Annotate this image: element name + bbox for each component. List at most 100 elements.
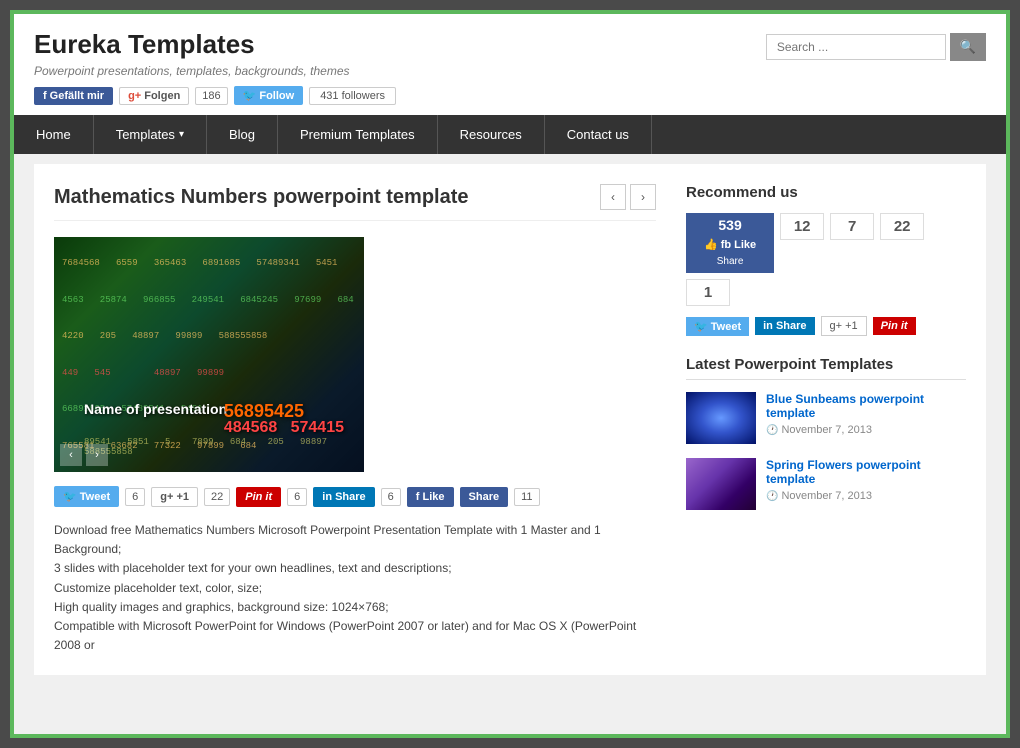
pin-count: 6	[287, 488, 307, 506]
recommend-section: Recommend us 539 👍 fb Like Share 12	[686, 184, 966, 336]
fb-share-big-btn[interactable]: Share	[709, 254, 752, 269]
slide-next-btn[interactable]: ›	[86, 444, 108, 466]
pin-sidebar-count: 1	[704, 284, 712, 301]
outer-border: Eureka Templates Powerpoint presentation…	[10, 10, 1010, 738]
clock-icon-1: 🕐	[766, 425, 778, 436]
latest-title: Latest Powerpoint Templates	[686, 356, 966, 380]
slide-prev-btn[interactable]: ‹	[60, 444, 82, 466]
slide-number-highlight-2: 56895425	[224, 401, 304, 422]
tw-sidebar-count: 12	[794, 218, 811, 235]
site-nav: Home Templates ▾ Blog Premium Templates …	[14, 115, 1006, 154]
search-button[interactable]: 🔍	[950, 33, 986, 61]
template-date-2: 🕐 November 7, 2013	[766, 490, 966, 502]
twitter-follow-btn[interactable]: 🐦 Follow	[234, 86, 304, 105]
like-count: 11	[514, 488, 539, 506]
twitter-count: 431 followers	[309, 87, 396, 105]
tweet-count: 6	[125, 488, 145, 506]
pinterest-btn[interactable]: Pin it	[236, 487, 281, 507]
gplus-count: 186	[195, 87, 227, 105]
template-item-2: Spring Flowers powerpoint template 🕐 Nov…	[686, 458, 966, 510]
facebook-icon: f	[43, 90, 47, 102]
slide-row-4: 449 545 48897 99899	[62, 368, 356, 378]
template-name-2[interactable]: Spring Flowers powerpoint template	[766, 458, 966, 486]
gplus-icon: g+	[128, 90, 141, 102]
main-area: Mathematics Numbers powerpoint template …	[34, 164, 986, 675]
fb-share-btn[interactable]: Share	[460, 487, 509, 507]
gp-sidebar-count: 22	[894, 218, 911, 235]
content-area: Mathematics Numbers powerpoint template …	[54, 184, 656, 655]
template-info-2: Spring Flowers powerpoint template 🕐 Nov…	[766, 458, 966, 502]
gplus-share-count: 22	[204, 488, 230, 506]
template-info-1: Blue Sunbeams powerpoint template 🕐 Nove…	[766, 392, 966, 436]
desc-line-5: Compatible with Microsoft PowerPoint for…	[54, 617, 656, 655]
site-header: Eureka Templates Powerpoint presentation…	[14, 14, 1006, 115]
nav-blog[interactable]: Blog	[207, 115, 278, 154]
prev-arrow-btn[interactable]: ‹	[600, 184, 626, 210]
fb-like-btn[interactable]: f Like	[407, 487, 454, 507]
slide-row-3: 4220 205 48897 99899 588555858	[62, 331, 356, 341]
slide-row-1: 7684568 6559 365463 6891685 57489341 545…	[62, 258, 356, 268]
social-action-row: 🐦 Tweet in Share g+ +1 Pin it	[686, 316, 966, 336]
template-item-1: Blue Sunbeams powerpoint template 🕐 Nove…	[686, 392, 966, 444]
slide-row-bottom: 89541 5851 5 7899 684 205 98897 58855585…	[84, 437, 364, 457]
nav-resources[interactable]: Resources	[438, 115, 545, 154]
article-header: Mathematics Numbers powerpoint template …	[54, 184, 656, 221]
template-thumb-2	[686, 458, 756, 510]
desc-line-4: High quality images and graphics, backgr…	[54, 598, 656, 617]
nav-premium[interactable]: Premium Templates	[278, 115, 438, 154]
fb-count-box: 539 👍 fb Like Share	[686, 213, 774, 273]
social-counts: 539 👍 fb Like Share 12 7	[686, 213, 966, 306]
li-sidebar-btn[interactable]: in Share	[755, 317, 814, 335]
tweet-btn[interactable]: 🐦 Tweet	[54, 486, 119, 507]
thumbs-up-icon: 👍	[704, 238, 718, 251]
gplus-share-btn[interactable]: g+ +1	[151, 487, 198, 507]
header-left: Eureka Templates Powerpoint presentation…	[34, 29, 396, 105]
desc-line-1: Download free Mathematics Numbers Micros…	[54, 521, 656, 559]
template-date-1: 🕐 November 7, 2013	[766, 424, 966, 436]
nav-templates[interactable]: Templates ▾	[94, 115, 207, 154]
fb-like-big-btn[interactable]: 👍 fb Like	[696, 235, 764, 254]
twitter-icon: 🐦	[243, 89, 257, 102]
nav-contact[interactable]: Contact us	[545, 115, 652, 154]
slideshow: 7684568 6559 365463 6891685 57489341 545…	[54, 237, 364, 472]
desc-line-2: 3 slides with placeholder text for your …	[54, 559, 656, 578]
facebook-like-btn[interactable]: f Gefällt mir	[34, 87, 113, 105]
slide-image: 7684568 6559 365463 6891685 57489341 545…	[54, 237, 364, 472]
clock-icon-2: 🕐	[766, 491, 778, 502]
share-bar: 🐦 Tweet 6 g+ +1 22 Pin it 6 in Share 6 f…	[54, 486, 656, 507]
chevron-down-icon: ▾	[179, 129, 184, 140]
li-sidebar-count: 7	[848, 218, 856, 235]
site-wrapper: Eureka Templates Powerpoint presentation…	[14, 14, 1006, 734]
pin-sidebar-btn[interactable]: Pin it	[873, 317, 916, 335]
desc-line-3: Customize placeholder text, color, size;	[54, 579, 656, 598]
pin-count-box: 1	[686, 279, 730, 306]
article-title: Mathematics Numbers powerpoint template	[54, 186, 469, 209]
fb-count-number: 539	[718, 217, 741, 233]
recommend-title: Recommend us	[686, 184, 966, 201]
slide-title-overlay: Name of presentation	[84, 401, 227, 417]
slide-row-2: 4563 25874 966855 249541 6845245 97699 6…	[62, 295, 356, 305]
linkedin-btn[interactable]: in Share	[313, 487, 374, 507]
spring-flowers-thumb	[686, 458, 756, 510]
template-thumb-1	[686, 392, 756, 444]
template-name-1[interactable]: Blue Sunbeams powerpoint template	[766, 392, 966, 420]
sidebar: Recommend us 539 👍 fb Like Share 12	[686, 184, 966, 655]
article-description: Download free Mathematics Numbers Micros…	[54, 521, 656, 655]
li-count-box: 7	[830, 213, 874, 240]
nav-arrows: ‹ ›	[600, 184, 656, 210]
search-input[interactable]	[766, 34, 946, 60]
gp-sidebar-btn[interactable]: g+ +1	[821, 316, 867, 336]
linkedin-count: 6	[381, 488, 401, 506]
social-bar: f Gefällt mir g+ Folgen 186 🐦 Follow 431…	[34, 86, 396, 105]
slide-controls: ‹ ›	[60, 444, 108, 466]
search-area: 🔍	[766, 33, 986, 61]
blue-sunbeams-thumb	[686, 392, 756, 444]
latest-section: Latest Powerpoint Templates Blue Sunbeam…	[686, 356, 966, 510]
tw-sidebar-btn[interactable]: 🐦 Tweet	[686, 317, 749, 336]
nav-home[interactable]: Home	[14, 115, 94, 154]
gp-count-box: 22	[880, 213, 924, 240]
tw-count-box: 12	[780, 213, 824, 240]
next-arrow-btn[interactable]: ›	[630, 184, 656, 210]
google-plus-btn[interactable]: g+ Folgen	[119, 87, 189, 105]
site-tagline: Powerpoint presentations, templates, bac…	[34, 64, 396, 78]
